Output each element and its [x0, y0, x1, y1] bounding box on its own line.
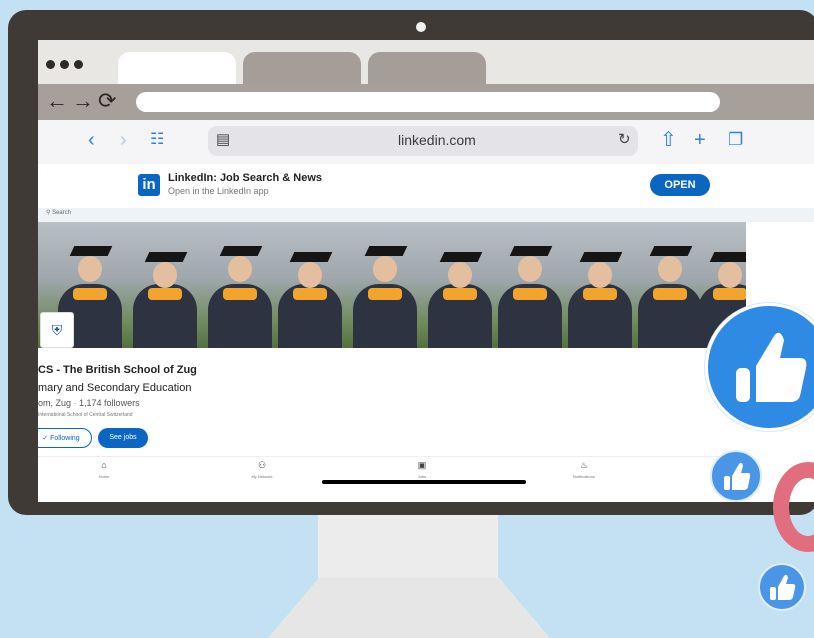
monitor-stand-base	[268, 578, 550, 638]
graduate-figure	[568, 222, 632, 348]
search-input[interactable]: ⚲ Search	[46, 209, 71, 216]
graduate-face	[153, 262, 177, 288]
graduation-cap	[219, 246, 263, 256]
safari-url: linkedin.com	[398, 132, 476, 148]
window-dot[interactable]	[74, 60, 83, 69]
bottom-nav-label: My Network	[251, 474, 273, 479]
home-indicator	[322, 480, 526, 484]
graduate-figure	[638, 222, 702, 348]
graduate-figure	[133, 222, 197, 348]
graduation-cap	[69, 246, 113, 256]
browser-tab-active[interactable]	[118, 52, 236, 84]
graduate-stole	[583, 288, 617, 300]
graduate-figure	[208, 222, 272, 348]
organization-tagline: International School of Central Switzerl…	[38, 412, 133, 418]
graduate-face	[718, 262, 742, 288]
monitor-frame: ← → ⟳ ‹ › ☷ ▤ linkedin.com ↻ ⇧ + ❐ in Li…	[8, 10, 814, 515]
plus-icon[interactable]: +	[694, 128, 706, 152]
window-dot[interactable]	[46, 60, 55, 69]
graduate-face	[298, 262, 322, 288]
graduate-figure	[353, 222, 417, 348]
graduate-stole	[73, 288, 107, 300]
graduate-stole	[443, 288, 477, 300]
bottom-nav-label: Home	[98, 474, 110, 479]
camera-dot	[416, 22, 426, 32]
open-app-button[interactable]: OPEN	[650, 174, 710, 196]
search-icon: ⚲	[46, 210, 51, 216]
graduate-face	[518, 256, 542, 282]
graduate-stole	[368, 288, 402, 300]
graduate-stole	[513, 288, 547, 300]
see-jobs-button[interactable]: See jobs	[98, 428, 148, 448]
search-bar[interactable]	[38, 208, 814, 222]
graduate-face	[448, 262, 472, 288]
reload-icon[interactable]: ⟳	[98, 88, 116, 114]
organization-location: om, Zug · 1,174 followers	[38, 398, 140, 408]
app-banner-subtitle: Open in the LinkedIn app	[168, 186, 269, 196]
graduate-stole	[148, 288, 182, 300]
monitor-screen: ← → ⟳ ‹ › ☷ ▤ linkedin.com ↻ ⇧ + ❐ in Li…	[38, 40, 814, 502]
book-icon[interactable]: ☷	[150, 128, 164, 152]
browser-tab[interactable]	[368, 52, 486, 84]
cover-photo	[38, 222, 746, 348]
forward-chevron-icon[interactable]: ›	[120, 128, 127, 152]
graduate-stole	[293, 288, 327, 300]
browser-address-bar[interactable]	[136, 92, 720, 112]
graduate-stole	[653, 288, 687, 300]
graduation-cap	[709, 252, 746, 262]
linkedin-logo: in	[138, 174, 160, 196]
organization-industry: mary and Secondary Education	[38, 382, 192, 394]
graduate-face	[373, 256, 397, 282]
home-icon[interactable]: ⌂	[84, 460, 124, 470]
graduate-figure	[428, 222, 492, 348]
site-settings-icon[interactable]: ▤	[216, 128, 230, 152]
search-label: Search	[52, 210, 72, 216]
graduate-face	[78, 256, 102, 282]
jobs-icon[interactable]: ▣	[402, 460, 442, 471]
tabs-icon[interactable]: ❐	[728, 128, 743, 152]
check-icon: ✓	[42, 435, 51, 442]
graduation-cap	[289, 252, 333, 262]
graduation-cap	[649, 246, 693, 256]
graduation-cap	[144, 252, 188, 262]
window-dot[interactable]	[60, 60, 69, 69]
app-banner-title: LinkedIn: Job Search & News	[168, 172, 323, 184]
graduate-face	[228, 256, 252, 282]
bottom-nav-label: Jobs	[417, 474, 427, 479]
organization-name: CS - The British School of Zug	[38, 364, 197, 376]
following-button[interactable]: ✓ Following	[38, 428, 92, 448]
graduate-figure	[278, 222, 342, 348]
following-label: Following	[50, 435, 80, 442]
thumbs-up-icon	[710, 450, 762, 502]
graduate-face	[588, 262, 612, 288]
school-crest-logo: ⛨	[40, 312, 74, 348]
followers-count[interactable]: 1,174 followers	[79, 398, 140, 408]
location-text: om, Zug	[38, 398, 72, 408]
graduation-cap	[579, 252, 623, 262]
forward-arrow-icon[interactable]: →	[72, 88, 94, 114]
share-icon[interactable]: ⇧	[660, 128, 677, 152]
notifications-icon[interactable]: ♨	[564, 460, 604, 471]
graduate-face	[658, 256, 682, 282]
graduation-cap	[509, 246, 553, 256]
graduate-stole	[223, 288, 257, 300]
reload-icon[interactable]: ↻	[618, 128, 631, 152]
thumbs-up-icon	[705, 303, 814, 431]
graduate-stole	[713, 288, 746, 300]
graduation-cap	[439, 252, 483, 262]
bottom-nav-label: Notifications	[573, 474, 595, 479]
graduate-figure	[498, 222, 562, 348]
browser-tab[interactable]	[243, 52, 361, 84]
back-chevron-icon[interactable]: ‹	[88, 128, 95, 152]
back-arrow-icon[interactable]: ←	[46, 88, 68, 114]
network-icon[interactable]: ⚇	[242, 460, 282, 471]
graduation-cap	[364, 246, 408, 256]
monitor-stand-neck	[318, 512, 498, 582]
thumbs-up-icon	[758, 563, 806, 611]
